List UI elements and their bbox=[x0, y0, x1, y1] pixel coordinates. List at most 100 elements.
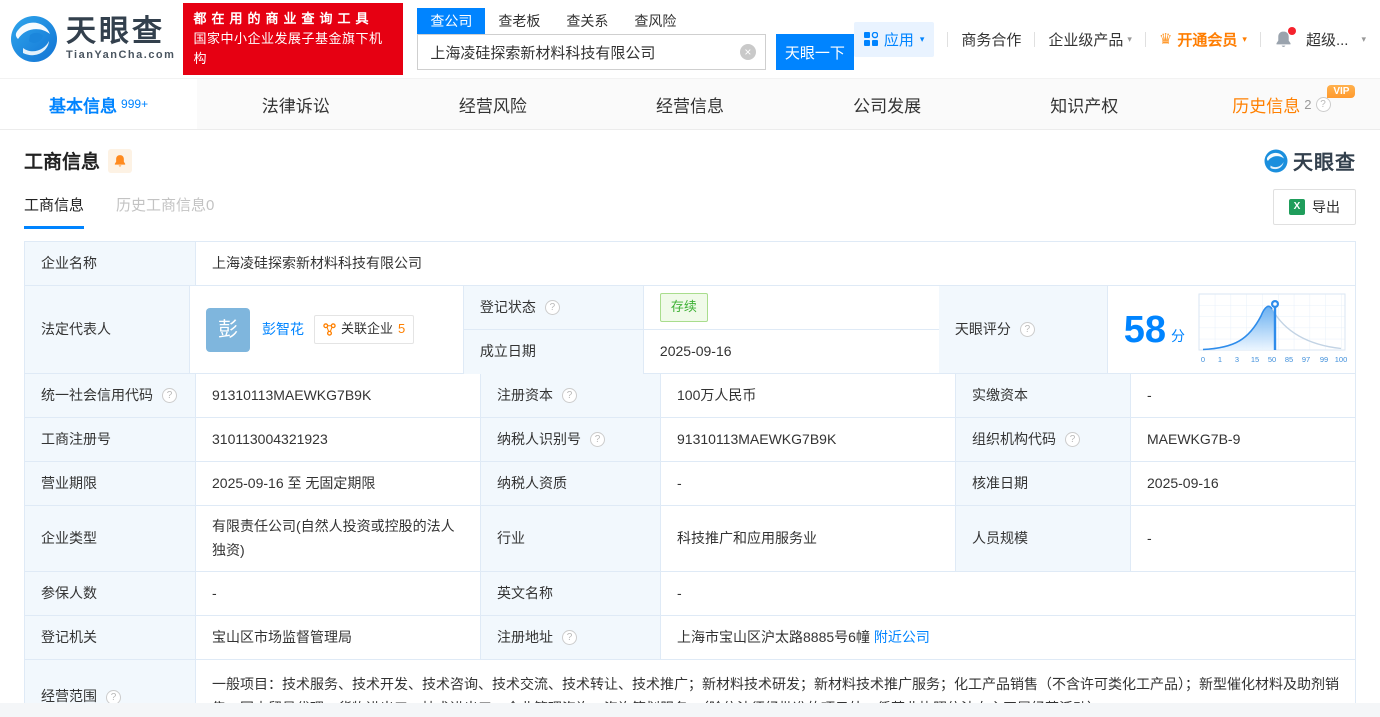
nav-enterprise-product[interactable]: 企业级产品 ▾ bbox=[1048, 29, 1132, 50]
score-axis-labels: 0 1 3 15 50 85 97 99 100 bbox=[1201, 355, 1347, 364]
question-icon[interactable]: ? bbox=[544, 300, 560, 315]
tianyancha-watermark-icon bbox=[1264, 149, 1288, 172]
subtab-history-business-info[interactable]: 历史工商信息0 bbox=[116, 194, 214, 229]
apps-grid-icon bbox=[863, 32, 878, 46]
field-value-org-code: MAEWKG7B-9 bbox=[1131, 418, 1355, 462]
nearby-companies-link[interactable]: 附近公司 bbox=[874, 626, 930, 650]
tab-count: 2 bbox=[1304, 96, 1312, 112]
field-value-industry: 科技推广和应用服务业 bbox=[661, 506, 956, 572]
search-button[interactable]: 天眼一下 bbox=[775, 34, 854, 70]
tab-intellectual-property[interactable]: 知识产权 bbox=[986, 79, 1183, 129]
field-value-uscc: 91310113MAEWKG7B9K bbox=[196, 374, 481, 418]
tab-legal-proceedings[interactable]: 法律诉讼 bbox=[197, 79, 394, 129]
table-row: 登记机关 宝山区市场监督管理局 注册地址? 上海市宝山区沪太路8885号6幢 附… bbox=[25, 616, 1355, 660]
table-row: 经营范围? 一般项目：技术服务、技术开发、技术咨询、技术交流、技术转让、技术推广… bbox=[25, 660, 1355, 703]
page: 天眼查 TianYanCha.com 都在用的商业查询工具 国家中小企业发展子基… bbox=[0, 0, 1380, 703]
search-tab-boss[interactable]: 查老板 bbox=[485, 8, 553, 34]
svg-text:15: 15 bbox=[1251, 355, 1259, 364]
chevron-down-icon: ▾ bbox=[919, 33, 925, 44]
field-label-score: 天眼评分 ? bbox=[938, 286, 1108, 374]
svg-text:99: 99 bbox=[1320, 355, 1328, 364]
tab-operational-risk[interactable]: 经营风险 bbox=[394, 79, 591, 129]
question-icon[interactable]: ? bbox=[590, 432, 605, 447]
crown-icon: ♛ bbox=[1158, 31, 1173, 48]
legal-rep-link[interactable]: 彭智花 bbox=[262, 318, 304, 342]
field-label-status: 登记状态 ? bbox=[463, 286, 644, 330]
field-value-legal-rep: 彭 彭智花 关联企业 5 bbox=[189, 286, 464, 374]
tab-label: 经营风险 bbox=[458, 96, 527, 116]
promo-line2: 国家中小企业发展子基金旗下机构 bbox=[193, 30, 383, 67]
tab-basic-info[interactable]: 基本信息 999+ bbox=[0, 79, 198, 129]
open-vip-button[interactable]: ♛ 开通会员 ▾ bbox=[1159, 29, 1247, 50]
related-companies-badge[interactable]: 关联企业 5 bbox=[313, 315, 415, 344]
field-value-address: 上海市宝山区沪太路8885号6幢 附近公司 bbox=[661, 616, 1355, 660]
notifications-button[interactable] bbox=[1274, 26, 1296, 49]
field-label-uscc: 统一社会信用代码? bbox=[25, 374, 196, 418]
field-label-staff-size: 人员规模 bbox=[956, 506, 1131, 572]
legal-rep-avatar[interactable]: 彭 bbox=[205, 307, 250, 352]
tab-business-info[interactable]: 经营信息 bbox=[591, 79, 788, 129]
field-label-industry: 行业 bbox=[481, 506, 661, 572]
question-icon[interactable]: ? bbox=[1315, 96, 1331, 112]
question-icon[interactable]: ? bbox=[562, 388, 577, 403]
question-icon[interactable]: ? bbox=[106, 689, 121, 703]
search-tab-risk[interactable]: 查风险 bbox=[621, 8, 689, 34]
field-label-business-scope: 经营范围? bbox=[25, 660, 196, 703]
table-row: 营业期限 2025-09-16 至 无固定期限 纳税人资质 - 核准日期 202… bbox=[25, 462, 1355, 506]
apps-menu[interactable]: 应用 ▾ bbox=[853, 21, 935, 57]
export-button[interactable]: X 导出 bbox=[1273, 189, 1356, 225]
monitor-bell-chip[interactable] bbox=[108, 148, 133, 173]
tab-label: 基本信息 bbox=[49, 96, 118, 116]
tab-label: 法律诉讼 bbox=[261, 96, 330, 116]
search-area: 查公司 查老板 查关系 查风险 × 天眼一下 bbox=[417, 8, 854, 70]
excel-icon: X bbox=[1289, 199, 1305, 215]
field-value-reg-capital: 100万人民币 bbox=[661, 374, 956, 418]
subtab-business-info[interactable]: 工商信息 bbox=[24, 194, 85, 229]
search-tab-company[interactable]: 查公司 bbox=[417, 8, 486, 34]
search-tab-relation[interactable]: 查关系 bbox=[553, 8, 621, 34]
score-distribution-chart: 0 1 3 15 50 85 97 99 100 bbox=[1198, 293, 1347, 364]
chevron-down-icon[interactable]: ▾ bbox=[1361, 34, 1366, 45]
question-icon[interactable]: ? bbox=[1019, 322, 1035, 337]
field-value-english-name: - bbox=[661, 572, 1355, 616]
tab-company-development[interactable]: 公司发展 bbox=[789, 79, 986, 129]
nav-cooperation[interactable]: 商务合作 bbox=[961, 29, 1021, 50]
svg-text:97: 97 bbox=[1302, 355, 1310, 364]
field-value-term: 2025-09-16 至 无固定期限 bbox=[196, 462, 481, 506]
field-label-tax-qual: 纳税人资质 bbox=[481, 462, 661, 506]
user-name: 超级... bbox=[1305, 31, 1349, 49]
user-menu[interactable]: 超级... bbox=[1306, 29, 1349, 50]
question-icon[interactable]: ? bbox=[162, 388, 177, 403]
field-label-legal-rep: 法定代表人 bbox=[25, 286, 190, 374]
question-icon[interactable]: ? bbox=[562, 630, 577, 645]
tab-label: 公司发展 bbox=[853, 96, 922, 116]
field-value-company-name: 上海凌硅探索新材料科技有限公司 bbox=[196, 242, 1355, 286]
chevron-down-icon: ▾ bbox=[1242, 33, 1247, 44]
field-label-english-name: 英文名称 bbox=[481, 572, 661, 616]
field-value-authority: 宝山区市场监督管理局 bbox=[196, 616, 481, 660]
clear-search-icon[interactable]: × bbox=[739, 44, 756, 60]
search-input[interactable] bbox=[417, 34, 766, 70]
question-icon[interactable]: ? bbox=[1065, 432, 1080, 447]
table-row: 统一社会信用代码? 91310113MAEWKG7B9K 注册资本? 100万人… bbox=[25, 374, 1355, 418]
page-background-strip bbox=[0, 703, 1380, 717]
status-badge: 存续 bbox=[659, 293, 708, 322]
tab-history-info[interactable]: VIP 历史信息 2 ? bbox=[1183, 79, 1380, 129]
field-label-reg-capital: 注册资本? bbox=[481, 374, 661, 418]
status-date-stack: 登记状态 ? 存续 成立日期 2025-09-16 bbox=[463, 286, 939, 374]
score-value: 58 bbox=[1123, 308, 1166, 351]
divider bbox=[1259, 31, 1261, 47]
svg-text:1: 1 bbox=[1218, 355, 1222, 364]
field-label-approval: 核准日期 bbox=[956, 462, 1131, 506]
logo-subtitle: TianYanCha.com bbox=[66, 49, 176, 61]
related-companies-count: 5 bbox=[397, 321, 406, 337]
table-row: 企业类型 有限责任公司(自然人投资或控股的法人独资) 行业 科技推广和应用服务业… bbox=[25, 506, 1355, 572]
logo-title: 天眼查 bbox=[66, 15, 165, 48]
subtab-row: 工商信息 历史工商信息0 X 导出 bbox=[0, 175, 1380, 229]
watermark-logo: 天眼查 bbox=[1264, 146, 1356, 175]
tianyancha-logo[interactable]: 天眼查 TianYanCha.com bbox=[10, 15, 175, 63]
field-label-term: 营业期限 bbox=[25, 462, 196, 506]
field-value-score: 58 分 0 1 3 15 50 85 97 99 100 bbox=[1107, 286, 1355, 374]
field-value-status: 存续 bbox=[643, 286, 939, 330]
field-label-tax-id: 纳税人识别号? bbox=[481, 418, 661, 462]
